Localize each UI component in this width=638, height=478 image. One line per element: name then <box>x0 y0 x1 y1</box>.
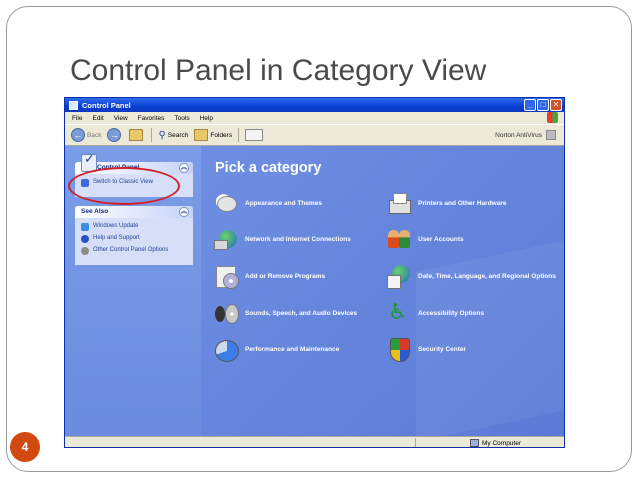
search-button[interactable]: ⚲ Search <box>158 130 188 141</box>
highlight-ellipse <box>68 167 180 205</box>
forward-button[interactable]: → <box>107 128 123 142</box>
category-label: Security Center <box>418 345 467 353</box>
page-number-badge: 4 <box>10 432 40 462</box>
category-label: Network and Internet Connections <box>245 235 351 243</box>
maximize-button[interactable]: □ <box>537 99 549 111</box>
category-sounds-speech-audio[interactable]: Sounds, Speech, and Audio Devices <box>213 300 357 326</box>
category-performance-and-maintenance[interactable]: Performance and Maintenance <box>213 336 339 362</box>
toolbar-separator <box>238 128 240 142</box>
category-network-and-internet-connections[interactable]: Network and Internet Connections <box>213 226 351 252</box>
see-also-body: Windows Update Help and Support Other Co… <box>75 218 193 265</box>
norton-icon <box>546 130 556 140</box>
menu-favorites[interactable]: Favorites <box>138 115 165 122</box>
globe-clock-icon <box>386 263 412 289</box>
window-titlebar[interactable]: Control Panel _ □ ✕ <box>65 98 564 112</box>
see-also-title: See Also <box>81 208 109 215</box>
windows-update-link[interactable]: Windows Update <box>81 223 187 231</box>
windows-update-label: Windows Update <box>93 223 139 229</box>
gear-icon <box>81 247 89 255</box>
pie-chart-icon <box>213 336 239 362</box>
menu-tools[interactable]: Tools <box>174 115 189 122</box>
toolbar: ← Back → ⚲ Search Folders Norton AntiVir… <box>65 124 564 146</box>
category-label: Printers and Other Hardware <box>418 199 507 207</box>
norton-label: Norton AntiVirus <box>495 131 542 139</box>
see-also-header[interactable]: See Also ︽ <box>75 206 193 218</box>
other-control-panel-options-link[interactable]: Other Control Panel Options <box>81 247 187 255</box>
menu-edit[interactable]: Edit <box>92 115 103 122</box>
category-accessibility-options[interactable]: Accessibility Options <box>386 299 485 326</box>
category-label: Accessibility Options <box>418 309 485 317</box>
up-folder-button[interactable] <box>129 129 145 141</box>
category-printers-and-other-hardware[interactable]: Printers and Other Hardware <box>386 190 507 216</box>
menu-file[interactable]: File <box>72 115 82 122</box>
accessibility-icon <box>386 299 412 326</box>
control-panel-app-icon <box>69 100 78 110</box>
themes-icon <box>213 190 239 216</box>
category-label: Performance and Maintenance <box>245 345 340 353</box>
category-label: Sounds, Speech, and Audio Devices <box>245 309 358 317</box>
back-button[interactable]: ← Back <box>71 128 101 142</box>
category-label: Appearance and Themes <box>245 199 322 207</box>
help-and-support-link[interactable]: Help and Support <box>81 235 187 243</box>
category-add-or-remove-programs[interactable]: Add or Remove Programs <box>213 263 325 289</box>
category-label: Date, Time, Language, and Regional Optio… <box>418 272 556 280</box>
see-also-box: See Also ︽ Windows Update Help and Suppo… <box>75 206 193 265</box>
help-icon <box>81 235 89 243</box>
window-title: Control Panel <box>82 100 131 110</box>
category-pane: Pick a category Appearance and Themes Pr… <box>201 146 564 436</box>
help-and-support-label: Help and Support <box>93 235 140 241</box>
menu-view[interactable]: View <box>114 115 128 122</box>
back-arrow-icon: ← <box>71 128 85 142</box>
printer-icon <box>386 190 412 216</box>
collapse-chevron-icon[interactable]: ︽ <box>179 207 189 217</box>
folders-button[interactable]: Folders <box>194 129 232 141</box>
cd-box-icon <box>213 263 239 289</box>
views-dropdown-button[interactable] <box>245 129 264 141</box>
category-security-center[interactable]: Security Center <box>386 336 466 362</box>
back-label: Back <box>87 131 102 139</box>
category-label: Add or Remove Programs <box>245 272 326 280</box>
folders-icon <box>194 129 209 141</box>
up-folder-icon <box>129 129 144 141</box>
category-date-time-language-regional[interactable]: Date, Time, Language, and Regional Optio… <box>386 263 556 289</box>
status-bar: My Computer <box>65 436 564 447</box>
menu-help[interactable]: Help <box>200 115 213 122</box>
category-label: User Accounts <box>418 235 464 243</box>
search-icon: ⚲ <box>158 129 166 141</box>
category-user-accounts[interactable]: User Accounts <box>386 226 464 252</box>
control-panel-window: Control Panel _ □ ✕ File Edit View Favor… <box>64 97 565 448</box>
collapse-chevron-icon[interactable]: ︽ <box>179 163 189 173</box>
windows-logo-icon <box>547 112 558 123</box>
my-computer-icon <box>470 439 479 447</box>
status-location: My Computer <box>470 439 521 447</box>
search-label: Search <box>167 131 189 139</box>
toolbar-separator <box>151 128 153 142</box>
status-separator <box>415 438 416 447</box>
folders-label: Folders <box>210 131 233 139</box>
network-icon <box>213 226 239 252</box>
other-control-panel-options-label: Other Control Panel Options <box>93 247 169 253</box>
slide-title: Control Panel in Category View <box>70 54 487 87</box>
minimize-button[interactable]: _ <box>524 99 536 111</box>
forward-arrow-icon: → <box>107 128 122 142</box>
menubar: File Edit View Favorites Tools Help <box>65 112 564 124</box>
speaker-icon <box>213 300 239 326</box>
shield-icon <box>386 336 412 362</box>
pick-a-category-heading: Pick a category <box>215 160 322 176</box>
norton-antivirus-button[interactable]: Norton AntiVirus <box>495 130 556 140</box>
windows-update-icon <box>81 223 89 231</box>
close-button[interactable]: ✕ <box>550 99 562 111</box>
window-controls: _ □ ✕ <box>524 99 562 111</box>
status-location-label: My Computer <box>482 439 522 447</box>
users-icon <box>386 226 412 252</box>
category-appearance-and-themes[interactable]: Appearance and Themes <box>213 190 322 216</box>
